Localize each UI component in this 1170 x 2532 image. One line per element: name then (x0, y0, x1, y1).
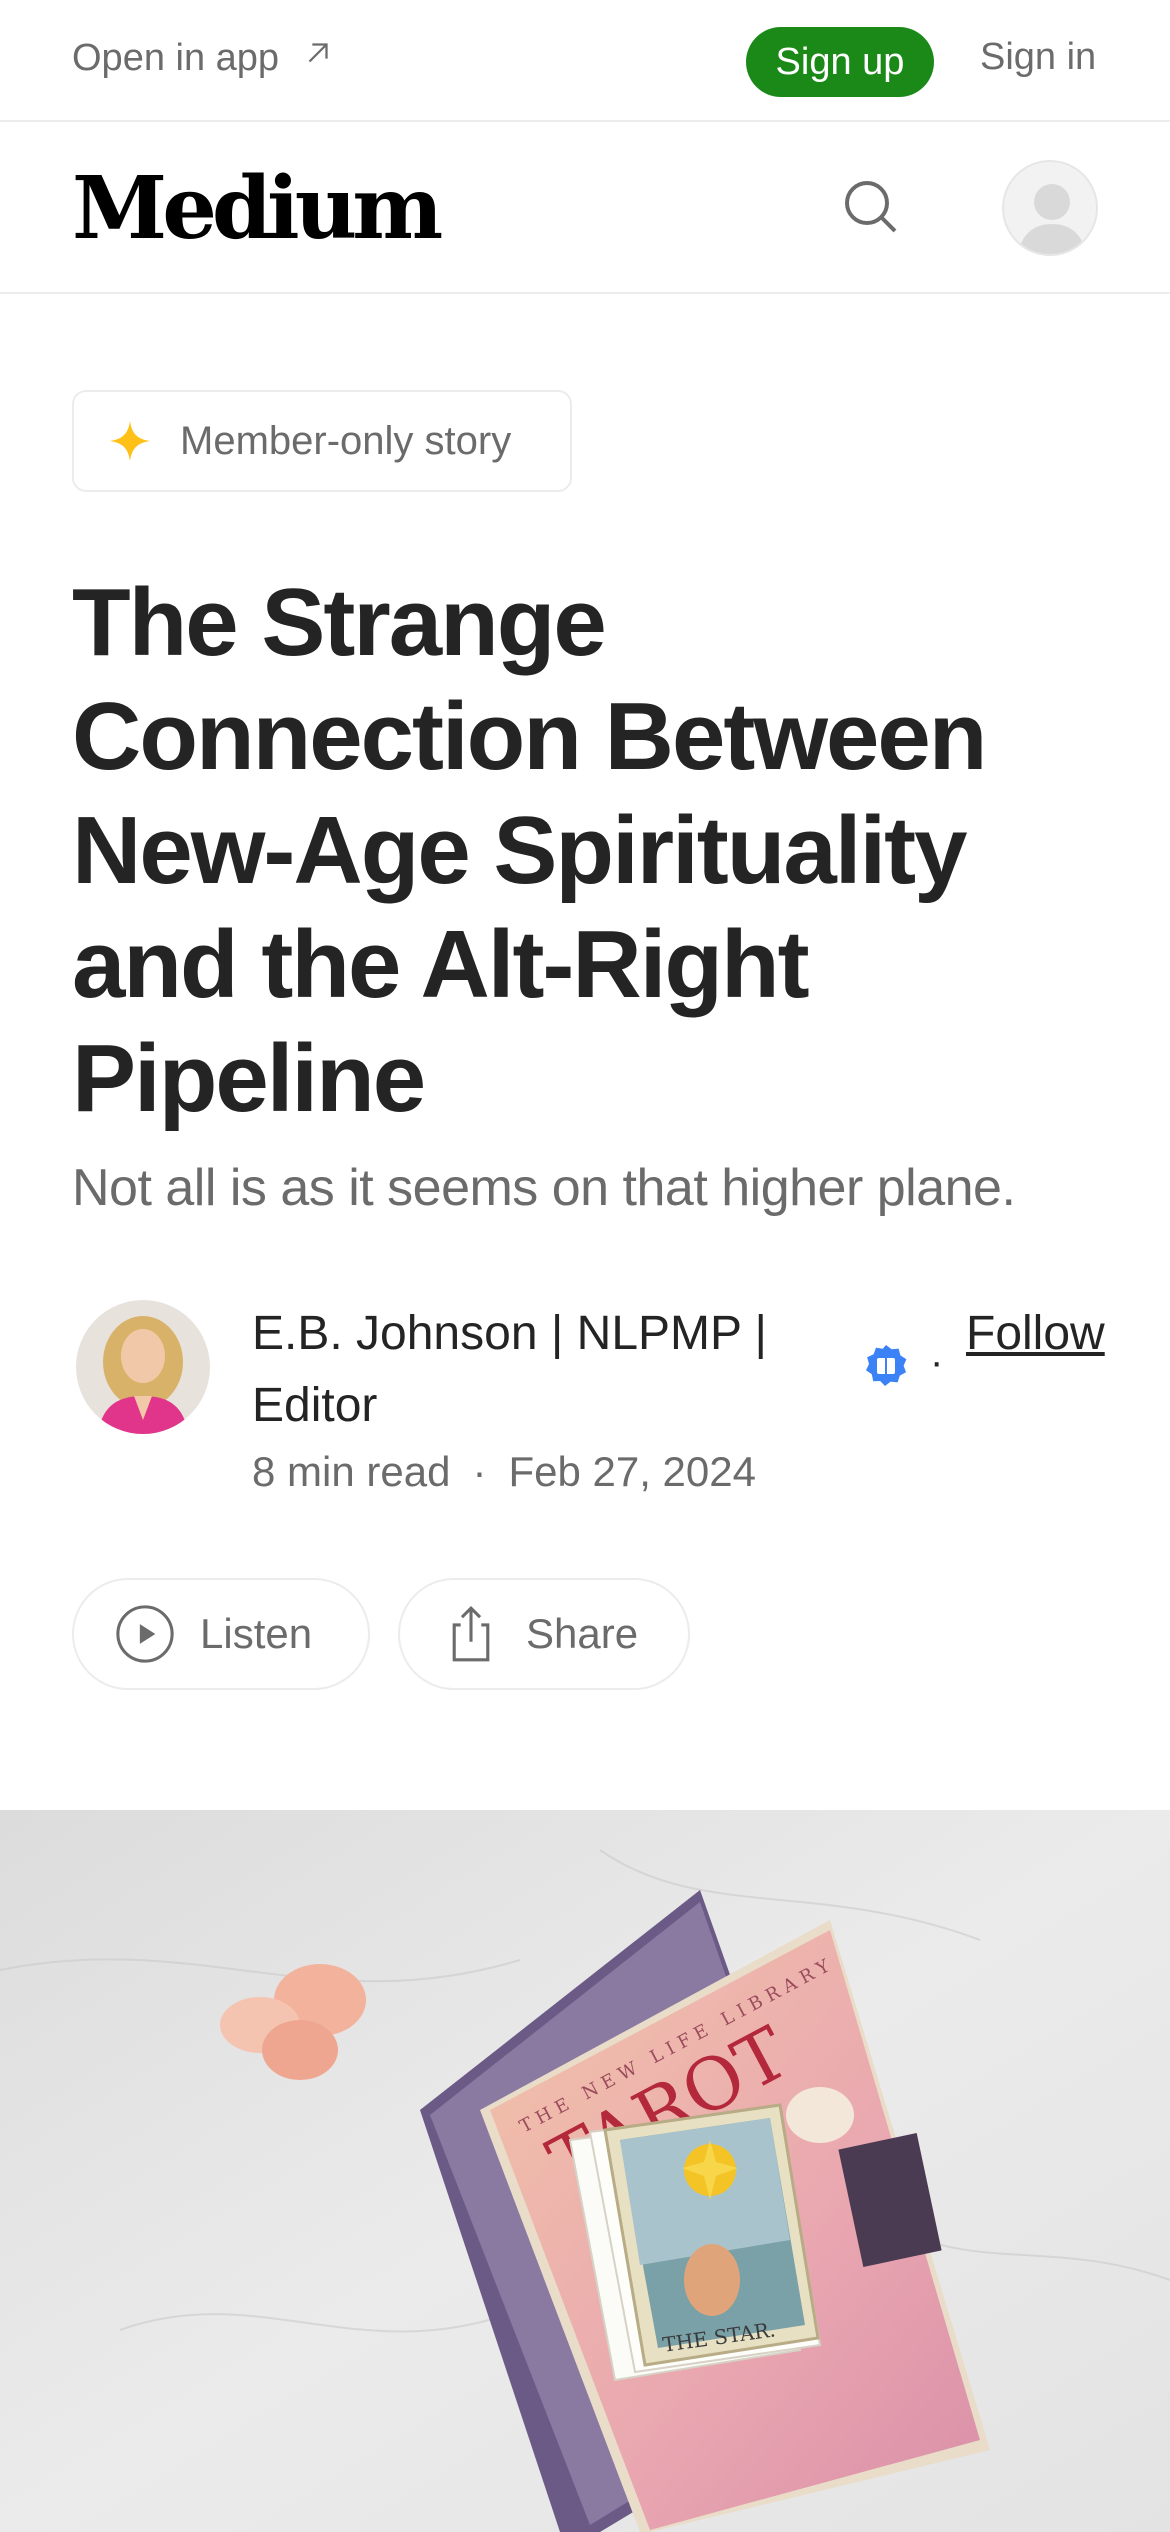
share-icon (452, 1605, 490, 1662)
listen-label: Listen (200, 1610, 313, 1657)
follow-separator: · (930, 1340, 944, 1384)
search-button[interactable] (836, 172, 906, 242)
tarot-card-deck: THE STAR. (568, 2103, 822, 2382)
sign-in-link[interactable]: Sign in (980, 36, 1096, 79)
listen-button[interactable]: Listen (72, 1578, 370, 1690)
follow-button[interactable]: Follow (966, 1298, 1116, 1370)
article-title: The Strange Connection Between New-Age S… (72, 569, 987, 1132)
site-header: Medium (0, 122, 1170, 294)
sparkle-icon (109, 420, 151, 462)
meta-dot: · (472, 1448, 487, 1495)
publication-badge-icon (866, 1345, 907, 1386)
read-time: 8 min read (252, 1448, 451, 1495)
share-button[interactable]: Share (398, 1578, 690, 1690)
hero-image: TAROT THE NEW LIFE LIBRARY THE STAR. (0, 1810, 1170, 2532)
user-icon (1018, 184, 1086, 254)
publish-date: Feb 27, 2024 (508, 1448, 756, 1495)
sign-up-button[interactable]: Sign up (746, 27, 934, 97)
member-only-badge: Member-only story (72, 390, 572, 492)
author-name-link[interactable]: E.B. Johnson | NLPMP | Editor (252, 1298, 812, 1442)
arrow-up-right-icon (301, 36, 335, 80)
share-label: Share (526, 1610, 639, 1657)
author-avatar[interactable] (76, 1300, 210, 1434)
search-icon (845, 181, 897, 233)
app-banner: Open in app Sign up Sign in (0, 0, 1170, 122)
play-icon (116, 1605, 174, 1663)
article-subtitle: Not all is as it seems on that higher pl… (72, 1159, 1016, 1217)
user-avatar-button[interactable] (1002, 160, 1098, 256)
medium-logo[interactable]: Medium (72, 158, 443, 259)
open-in-app-label: Open in app (72, 36, 280, 79)
member-only-label: Member-only story (180, 418, 512, 463)
article-meta: 8 min read · Feb 27, 2024 (252, 1448, 756, 1496)
open-in-app-link[interactable]: Open in app (72, 36, 335, 80)
